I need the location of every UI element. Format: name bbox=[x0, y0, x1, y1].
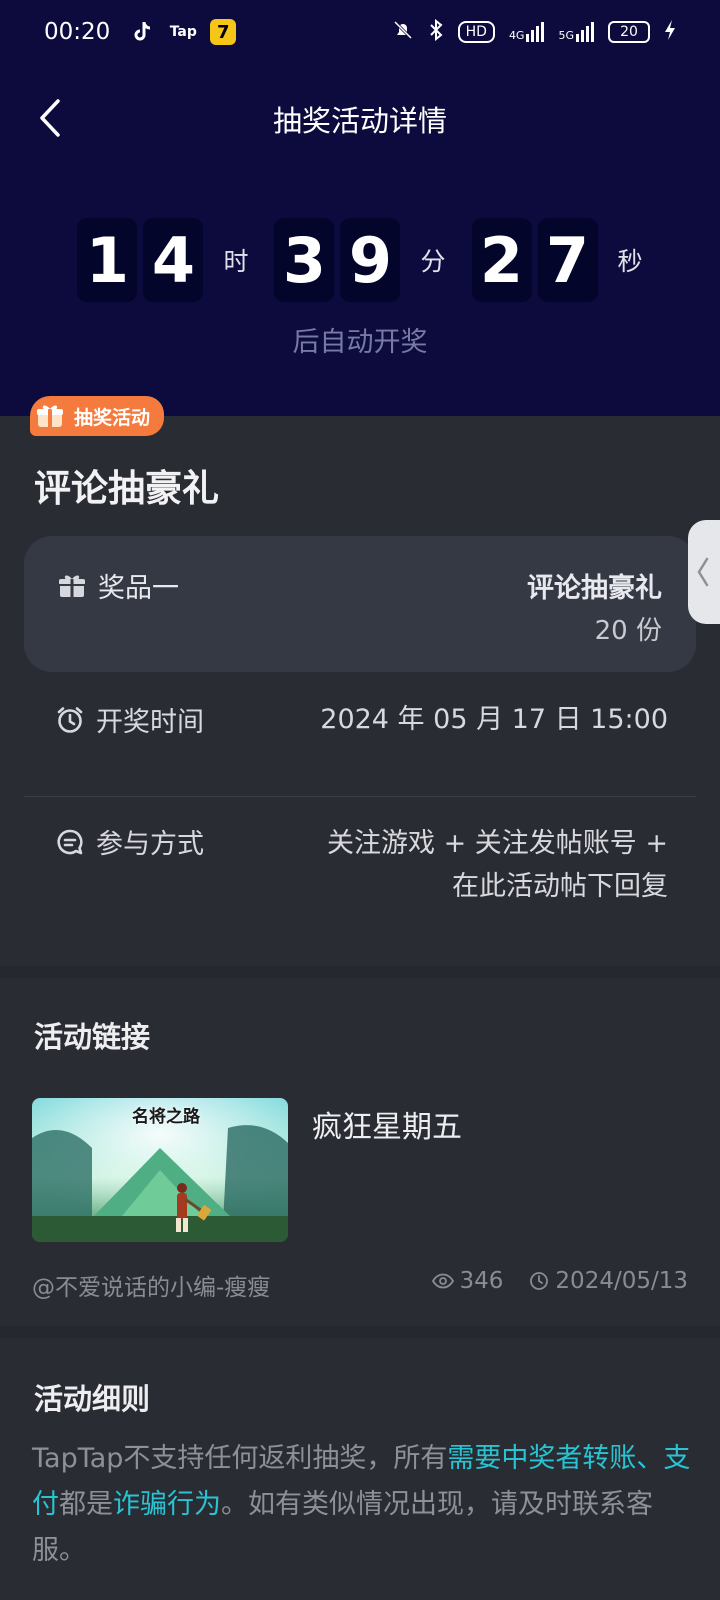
seven-app-icon: 7 bbox=[210, 19, 237, 45]
rules-text-part-2: 都是 bbox=[59, 1489, 113, 1520]
prize-name: 评论抽豪礼 bbox=[527, 573, 662, 604]
chevron-left-icon bbox=[697, 557, 709, 587]
second-unit: 秒 bbox=[617, 247, 643, 276]
second-digit-1: 2 bbox=[471, 218, 532, 302]
draw-time-row: 开奖时间 2024 年 05 月 17 日 15:00 bbox=[56, 700, 668, 740]
gift-icon bbox=[59, 575, 85, 597]
page-title: 抽奖活动详情 bbox=[272, 104, 447, 138]
hour-unit: 时 bbox=[223, 247, 249, 276]
prize-card: 奖品一 评论抽豪礼 20 份 bbox=[24, 536, 696, 672]
join-method-line-2: 在此活动帖下回复 bbox=[452, 871, 668, 902]
mute-icon bbox=[392, 19, 414, 45]
hd-badge: HD bbox=[457, 21, 495, 43]
clock-icon bbox=[530, 1272, 549, 1290]
game-logo-text: 名将之路 bbox=[132, 1107, 200, 1127]
side-drawer-handle[interactable] bbox=[688, 520, 720, 624]
draw-time-value: 2024 年 05 月 17 日 15:00 bbox=[320, 704, 668, 735]
status-time: 00:20 bbox=[44, 19, 111, 45]
hour-digit-2: 4 bbox=[143, 218, 204, 302]
join-method-label: 参与方式 bbox=[96, 829, 204, 860]
post-date: 2024/05/13 bbox=[555, 1268, 688, 1294]
rules-highlight-fraud: 诈骗行为 bbox=[113, 1489, 221, 1520]
prize-label-group: 奖品一 bbox=[58, 566, 179, 605]
join-method-label-group: 参与方式 bbox=[56, 822, 204, 861]
chat-icon bbox=[57, 829, 83, 854]
minute-digit-2: 9 bbox=[340, 218, 401, 302]
back-button[interactable] bbox=[28, 96, 72, 140]
link-author[interactable]: @不爱说话的小编-瘦瘦 bbox=[32, 1268, 270, 1302]
rules-text: TapTap不支持任何返利抽奖，所有需要中奖者转账、支付都是诈骗行为。如有类似情… bbox=[32, 1436, 692, 1574]
rules-text-part-1: TapTap不支持任何返利抽奖，所有 bbox=[32, 1443, 448, 1474]
views-group: 346 bbox=[431, 1268, 504, 1294]
net-4g: 4G bbox=[509, 22, 545, 42]
join-method-line-1: 关注游戏 + 关注发帖账号 + bbox=[327, 828, 668, 859]
join-method-value: 关注游戏 + 关注发帖账号 + 在此活动帖下回复 bbox=[327, 822, 668, 908]
battery-indicator: 20 bbox=[608, 21, 650, 43]
alarm-clock-icon bbox=[57, 706, 83, 733]
back-icon bbox=[40, 99, 60, 137]
status-bar: 00:20 Tap 7 HD 4G 5G 20 bbox=[0, 0, 720, 64]
hour-digit-1: 1 bbox=[77, 218, 138, 302]
net-5g-label: 5G bbox=[558, 29, 574, 42]
countdown-subtitle: 后自动开奖 bbox=[292, 327, 428, 358]
date-group: 2024/05/13 bbox=[529, 1268, 688, 1294]
draw-time-label-group: 开奖时间 bbox=[56, 700, 204, 739]
activity-tag: 抽奖活动 bbox=[30, 396, 165, 436]
link-meta: 346 2024/05/13 bbox=[431, 1268, 688, 1294]
tap-app-icon: Tap bbox=[169, 24, 197, 40]
eye-icon bbox=[431, 1273, 454, 1289]
rules-section-title: 活动细则 bbox=[34, 1382, 151, 1416]
activity-tag-label: 抽奖活动 bbox=[74, 406, 151, 429]
prize-count: 20 份 bbox=[594, 616, 662, 646]
minute-digit-1: 3 bbox=[274, 218, 335, 302]
draw-time-label: 开奖时间 bbox=[96, 707, 204, 738]
join-method-row: 参与方式 关注游戏 + 关注发帖账号 + 在此活动帖下回复 bbox=[56, 822, 668, 912]
tiktok-icon bbox=[130, 19, 156, 45]
minute-unit: 分 bbox=[420, 247, 446, 276]
divider bbox=[24, 796, 696, 797]
gift-icon bbox=[37, 405, 63, 427]
views-count: 346 bbox=[459, 1268, 504, 1294]
activity-title: 评论抽豪礼 bbox=[34, 467, 219, 510]
link-section-title: 活动链接 bbox=[34, 1020, 151, 1054]
bluetooth-icon bbox=[428, 18, 444, 45]
charging-icon bbox=[664, 19, 676, 45]
link-title[interactable]: 疯狂星期五 bbox=[312, 1102, 462, 1146]
second-digit-2: 7 bbox=[537, 218, 598, 302]
countdown-timer: 1 4 时 3 9 分 2 7 秒 bbox=[0, 216, 720, 304]
nav-bar: 抽奖活动详情 bbox=[0, 84, 720, 154]
link-thumbnail[interactable]: 名将之路 bbox=[32, 1098, 288, 1242]
prize-label: 奖品一 bbox=[98, 573, 179, 604]
net-5g: 5G bbox=[558, 22, 594, 42]
net-4g-label: 4G bbox=[508, 29, 525, 42]
